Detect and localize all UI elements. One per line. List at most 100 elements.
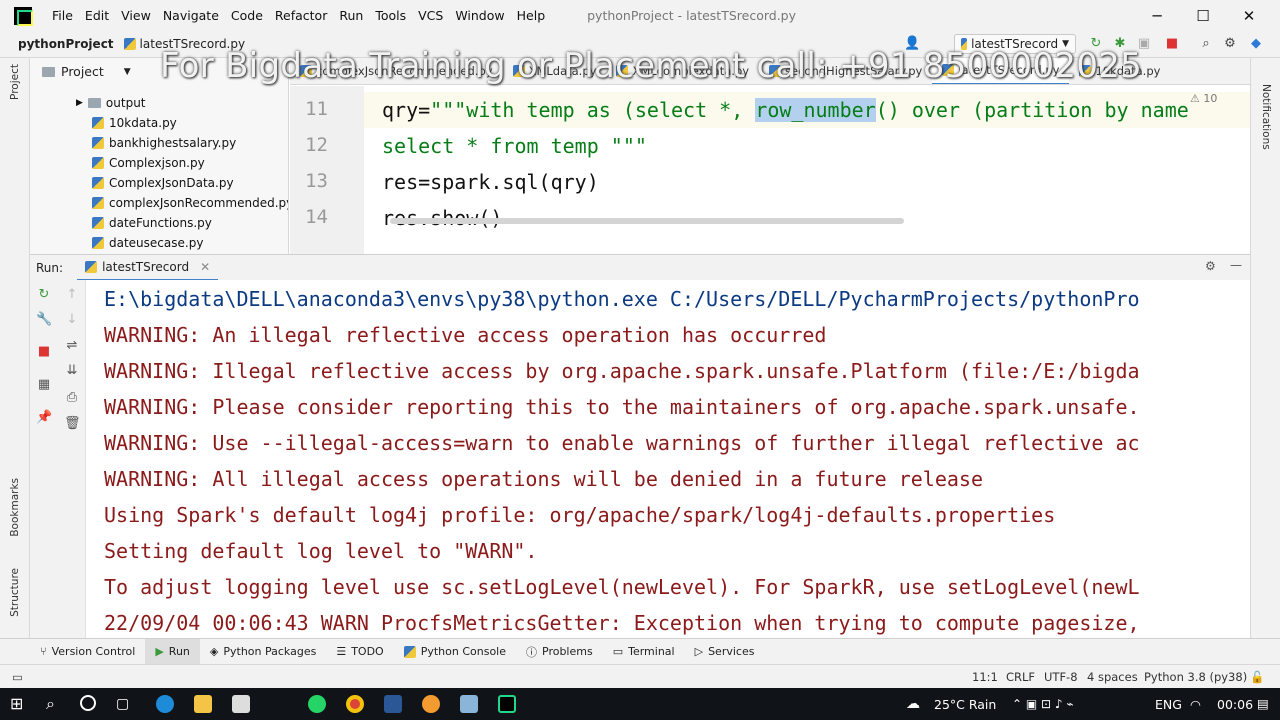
search-icon[interactable]: ⌕ [46, 695, 64, 713]
tree-file[interactable]: ComplexJsonData.py [92, 173, 234, 193]
hide-panel-icon[interactable]: — [1230, 258, 1242, 272]
tree-folder-output[interactable]: ▶ output [76, 93, 146, 113]
menu-help[interactable]: Help [517, 8, 546, 23]
menu-file[interactable]: File [52, 8, 73, 23]
stop-icon[interactable]: ■ [36, 344, 52, 360]
horizontal-scrollbar[interactable] [390, 218, 904, 224]
app-icon[interactable] [460, 695, 478, 713]
run-panel-header: Run: latestTSrecord ✕ ⚙ — [30, 254, 1250, 281]
expand-panel-icon[interactable]: ▭ [12, 670, 23, 684]
tab-terminal[interactable]: ▭ Terminal [603, 639, 685, 665]
package-icon: ◈ [209, 645, 219, 658]
tray-icons[interactable]: ⌃ ▣ ⊡ ♪ ⌁ [1012, 697, 1074, 711]
line-separator[interactable]: CRLF [1006, 670, 1035, 684]
code-line[interactable]: qry="""with temp as (select *, row_numbe… [382, 98, 1189, 122]
code-line[interactable]: select * from temp """ [382, 134, 647, 158]
lock-icon[interactable]: 🔓 [1250, 670, 1264, 684]
gear-icon[interactable]: ⚙ [1205, 259, 1216, 273]
app-icon[interactable] [384, 695, 402, 713]
notification-icon[interactable]: ▤ [1257, 696, 1269, 711]
tab-services[interactable]: ▷ Services [685, 639, 765, 665]
menu-tools[interactable]: Tools [375, 8, 406, 23]
chrome-icon[interactable] [346, 695, 364, 713]
file-explorer-icon[interactable] [194, 695, 212, 713]
tab-version-control[interactable]: ⑂ Version Control [30, 639, 145, 665]
run-tab[interactable]: latestTSrecord ✕ [77, 255, 219, 281]
tree-item-label: ComplexJsonData.py [109, 176, 234, 190]
windows-start-icon[interactable]: ⊞ [10, 695, 28, 713]
run-console[interactable]: E:\bigdata\DELL\anaconda3\envs\py38\pyth… [86, 280, 1250, 638]
tree-file[interactable]: dateusecase.py [92, 233, 203, 253]
cursor-position[interactable]: 11:1 [972, 670, 998, 684]
menu-refactor[interactable]: Refactor [275, 8, 327, 23]
arrow-down-icon[interactable]: ↓ [64, 312, 80, 328]
menu-edit[interactable]: Edit [85, 8, 109, 23]
stop-icon[interactable]: ■ [1164, 36, 1180, 52]
maximize-button[interactable]: ☐ [1180, 0, 1226, 31]
notifications-tool-tab[interactable]: Notifications [1260, 84, 1272, 150]
python-interpreter[interactable]: Python 3.8 (py38) [1144, 670, 1247, 684]
tree-file[interactable]: Complexjson.py [92, 153, 205, 173]
tab-label: Run [168, 645, 190, 658]
tab-run[interactable]: ▶ Run [145, 638, 200, 665]
menu-code[interactable]: Code [231, 8, 263, 23]
left-tool-strip: Project Bookmarks Structure [0, 58, 30, 638]
menu-navigate[interactable]: Navigate [163, 8, 219, 23]
menu-view[interactable]: View [121, 8, 151, 23]
gear-icon[interactable]: ⚙ [1222, 36, 1238, 52]
arrow-up-icon[interactable]: ↑ [64, 287, 80, 303]
task-view-icon[interactable]: ▢ [116, 695, 134, 713]
code-line[interactable]: res=spark.sql(qry) [382, 170, 599, 194]
tree-file[interactable]: 10kdata.py [92, 113, 177, 133]
indent-setting[interactable]: 4 spaces [1087, 670, 1138, 684]
print-icon[interactable]: ⎙ [64, 390, 80, 406]
console-line: E:\bigdata\DELL\anaconda3\envs\py38\pyth… [104, 287, 1140, 311]
jetbrains-icon[interactable]: ◆ [1248, 36, 1264, 52]
menu-run[interactable]: Run [339, 8, 363, 23]
close-icon[interactable]: ✕ [200, 260, 210, 274]
project-tool-tab[interactable]: Project [9, 64, 21, 100]
line-number: 11 [305, 98, 328, 120]
line-number: 14 [305, 206, 328, 228]
layout-icon[interactable]: ▦ [36, 377, 52, 393]
language-indicator[interactable]: ENG [1155, 697, 1182, 712]
edge-icon[interactable] [156, 695, 174, 713]
tree-file[interactable]: bankhighestsalary.py [92, 133, 236, 153]
tab-python-console[interactable]: Python Console [394, 639, 516, 665]
run-toolbar: ↻ ↑ 🔧 ↓ ■ ⇌ ⇊ ▦ ⎙ 📌 🗑 [30, 280, 86, 638]
tree-item-label: 10kdata.py [109, 116, 177, 130]
python-file-icon [92, 237, 104, 249]
python-file-icon [85, 260, 98, 273]
tab-python-packages[interactable]: ◈ Python Packages [200, 639, 326, 665]
bookmarks-tool-tab[interactable]: Bookmarks [9, 478, 21, 537]
menu-vcs[interactable]: VCS [418, 8, 443, 23]
store-icon[interactable] [232, 695, 250, 713]
tree-file[interactable]: complexJsonRecommended.py [92, 193, 288, 213]
tab-todo[interactable]: ☰ TODO [326, 639, 393, 665]
whatsapp-icon[interactable] [308, 695, 326, 713]
trash-icon[interactable]: 🗑 [64, 416, 81, 432]
code-editor[interactable]: ⚠ 10 11 qry="""with temp as (select *, r… [290, 86, 1250, 254]
rerun-icon[interactable]: ↻ [36, 287, 52, 303]
clock[interactable]: 00:06 [1217, 697, 1253, 712]
tree-file[interactable]: dateFunctions.py [92, 213, 212, 233]
minimize-button[interactable]: ─ [1134, 0, 1180, 31]
search-icon[interactable]: ⌕ [1198, 36, 1214, 52]
wifi-icon[interactable]: ◠ [1190, 697, 1201, 712]
soft-wrap-icon[interactable]: ⇌ [64, 338, 80, 354]
cortana-icon[interactable] [80, 695, 96, 711]
weather-icon[interactable]: ☁ [906, 696, 920, 712]
tab-problems[interactable]: ⓘ Problems [516, 639, 603, 665]
structure-tool-tab[interactable]: Structure [9, 568, 21, 617]
weather-text[interactable]: 25°C Rain [934, 697, 996, 712]
menu-window[interactable]: Window [455, 8, 504, 23]
breadcrumb-project[interactable]: pythonProject [18, 37, 114, 51]
pycharm-taskbar-icon[interactable] [498, 695, 516, 713]
wrench-icon[interactable]: 🔧 [36, 312, 52, 328]
scroll-to-end-icon[interactable]: ⇊ [64, 363, 80, 379]
warning-indicator[interactable]: ⚠ 10 [1190, 92, 1217, 105]
pin-icon[interactable]: 📌 [36, 410, 52, 426]
close-button[interactable]: ✕ [1226, 0, 1272, 31]
file-encoding[interactable]: UTF-8 [1044, 670, 1078, 684]
app-icon[interactable] [422, 695, 440, 713]
